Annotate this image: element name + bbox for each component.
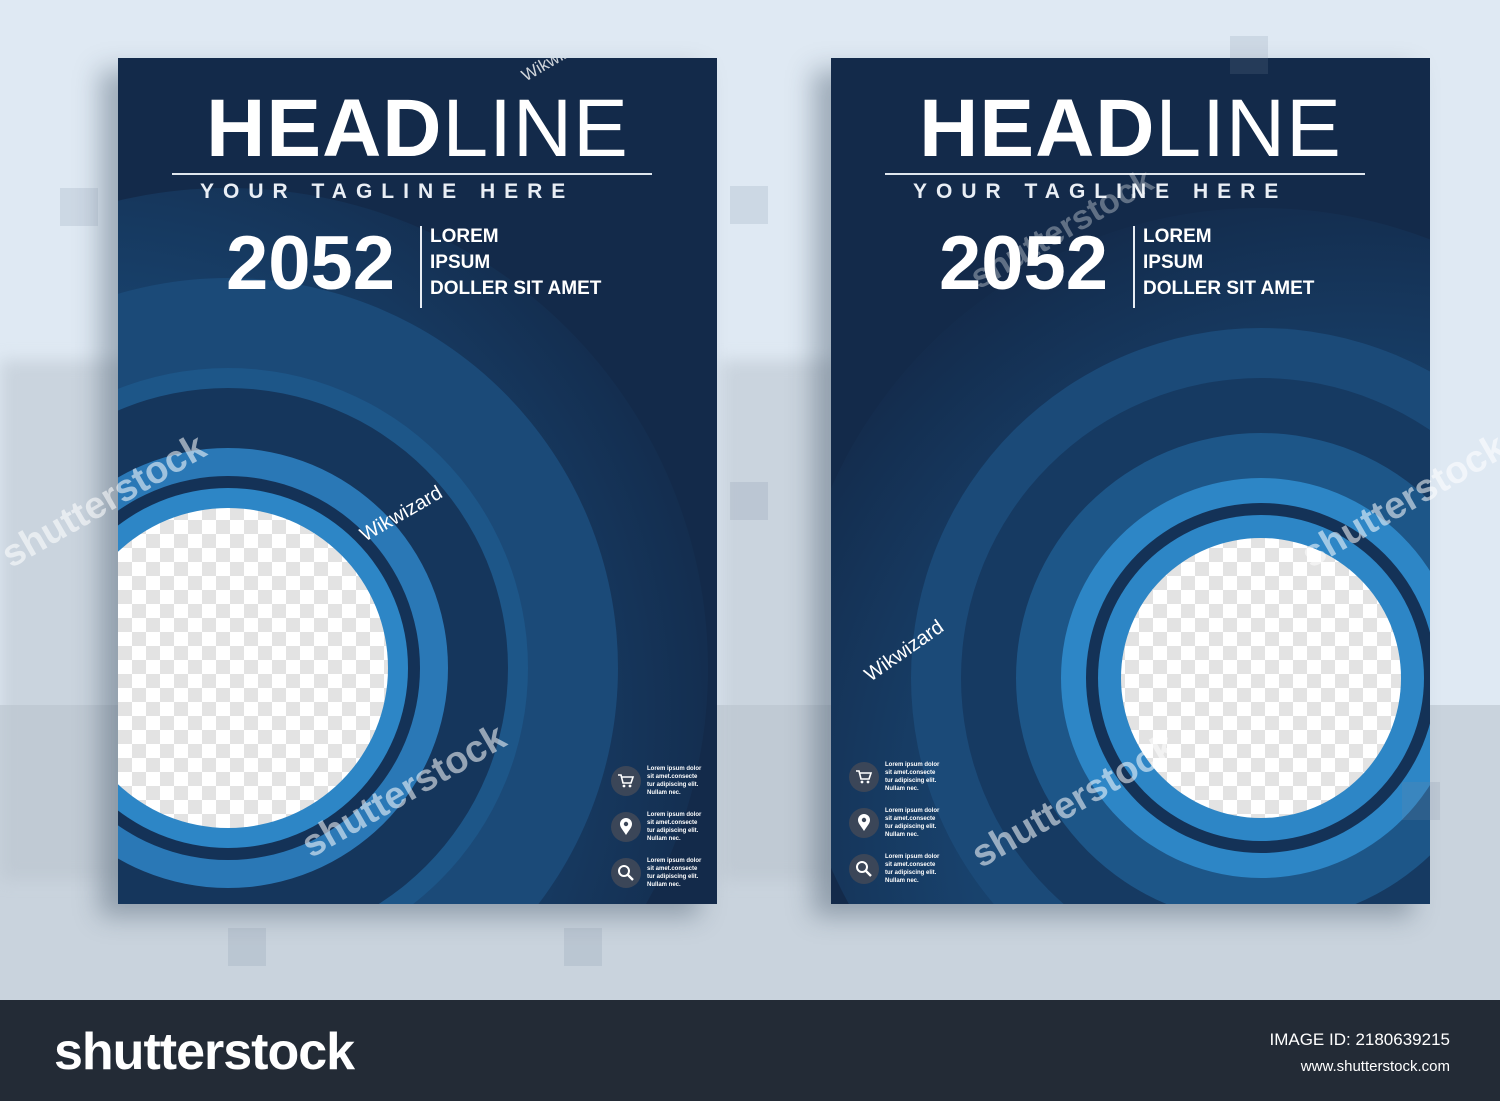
image-id: IMAGE ID: 2180639215	[1269, 1030, 1450, 1049]
subtitle-line: IPSUM	[1143, 252, 1204, 273]
contact-item: Lorem ipsum dolor sit amet.consecte tur …	[849, 846, 989, 892]
contact-item: Lorem ipsum dolor sit amet.consecte tur …	[611, 804, 717, 850]
subtitle-line: LOREM	[1143, 226, 1212, 247]
subtitle-lines: LOREM IPSUM DOLLER SIT AMET	[430, 224, 601, 302]
wall-shadow	[720, 360, 840, 880]
location-pin-icon	[849, 808, 879, 838]
subtitle-line: IPSUM	[430, 252, 491, 273]
contact-item: Lorem ipsum dolor sit amet.consecte tur …	[611, 850, 717, 896]
contact-list: Lorem ipsum dolor sit amet.consecte tur …	[849, 754, 989, 892]
image-placeholder	[1121, 538, 1401, 818]
contact-text: Lorem ipsum dolor sit amet.consecte tur …	[885, 762, 940, 792]
wall-shadow	[0, 360, 130, 880]
subtitle-lines: LOREM IPSUM DOLLER SIT AMET	[1143, 224, 1314, 302]
contact-text: Lorem ipsum dolor sit amet.consecte tur …	[647, 858, 702, 888]
subtitle-line: DOLLER SIT AMET	[430, 278, 602, 299]
watermark-mark	[730, 186, 768, 224]
cart-icon	[611, 766, 641, 796]
year: 2052	[226, 221, 396, 306]
contact-text: Lorem ipsum dolor sit amet.consecte tur …	[647, 812, 702, 842]
headline-bold: HEAD	[206, 83, 443, 174]
stock-footer: shutterstock IMAGE ID: 2180639215 www.sh…	[0, 1000, 1500, 1101]
mockup-stage: HEADLINE YOUR TAGLINE HERE 2052 LOREM IP…	[0, 0, 1500, 1000]
contact-item: Lorem ipsum dolor sit amet.consecte tur …	[611, 758, 717, 804]
headline-thin: LINE	[1155, 83, 1342, 174]
watermark-mark	[1402, 782, 1440, 820]
search-icon	[849, 854, 879, 884]
contact-text: Lorem ipsum dolor sit amet.consecte tur …	[885, 808, 940, 838]
site-url: www.shutterstock.com	[1300, 1058, 1450, 1075]
watermark-mark	[60, 188, 98, 226]
headline-thin: LINE	[442, 83, 629, 174]
subtitle-line: LOREM	[430, 226, 499, 247]
watermark-mark	[228, 928, 266, 966]
watermark-mark	[1230, 36, 1268, 74]
watermark-mark	[564, 928, 602, 966]
contact-text: Lorem ipsum dolor sit amet.consecte tur …	[885, 854, 940, 884]
headline-bold: HEAD	[919, 83, 1156, 174]
divider-line	[1133, 226, 1135, 308]
shutterstock-logo: shutterstock	[54, 1023, 355, 1081]
cart-icon	[849, 762, 879, 792]
headline-block: HEADLINE	[118, 84, 717, 174]
divider-line	[420, 226, 422, 308]
contact-item: Lorem ipsum dolor sit amet.consecte tur …	[849, 754, 989, 800]
contact-text: Lorem ipsum dolor sit amet.consecte tur …	[647, 766, 702, 796]
tagline: YOUR TAGLINE HERE	[200, 180, 575, 203]
location-pin-icon	[611, 812, 641, 842]
contact-list: Lorem ipsum dolor sit amet.consecte tur …	[611, 758, 717, 896]
subtitle-line: DOLLER SIT AMET	[1143, 278, 1315, 299]
headline: HEADLINE	[831, 84, 1430, 174]
watermark-mark	[730, 482, 768, 520]
headline-rule	[172, 173, 652, 175]
headline: HEADLINE	[118, 84, 717, 174]
headline-block: HEADLINE	[831, 84, 1430, 174]
search-icon	[611, 858, 641, 888]
